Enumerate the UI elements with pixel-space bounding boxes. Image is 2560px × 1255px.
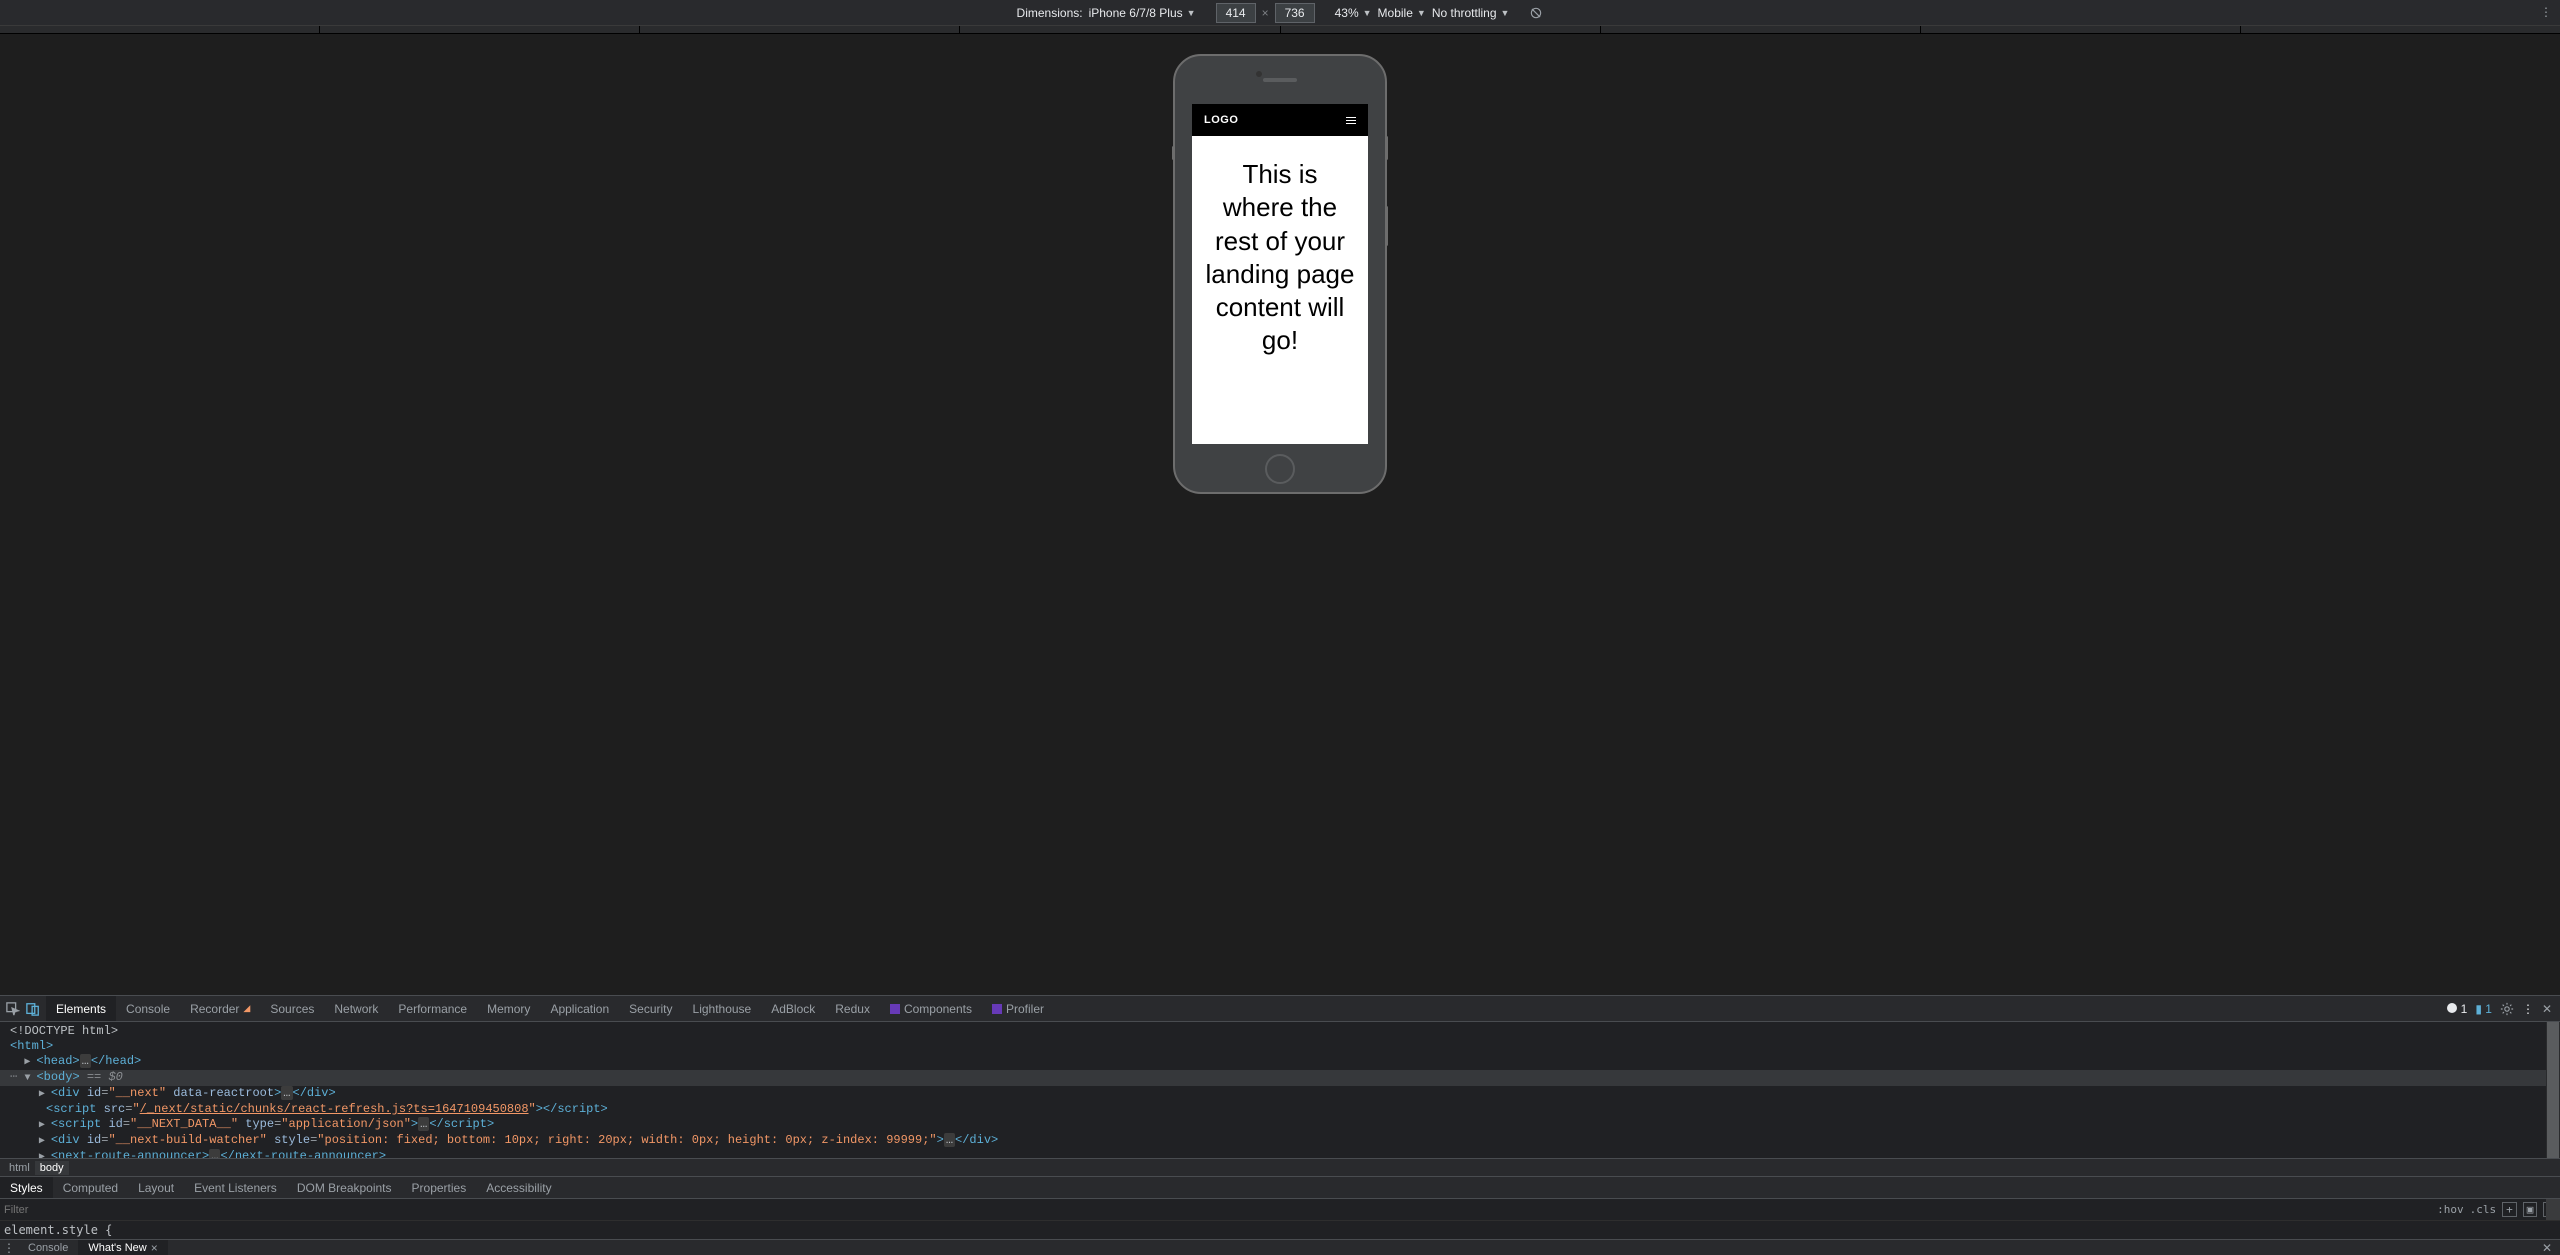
tab-accessibility[interactable]: Accessibility: [476, 1177, 561, 1198]
breadcrumb-html[interactable]: html: [4, 1161, 35, 1175]
zoom-select[interactable]: 43% ▼: [1335, 6, 1372, 20]
styles-filter-bar: :hov .cls + ▣ ◨: [0, 1198, 2560, 1220]
styles-filter-input[interactable]: [4, 1204, 204, 1216]
head-close: </head>: [91, 1054, 141, 1068]
drawer: ⋮ Console What's New × ✕: [0, 1239, 2560, 1255]
tab-recorder[interactable]: Recorder ◢: [180, 996, 260, 1021]
new-style-button[interactable]: +: [2502, 1202, 2517, 1217]
inspect-icon[interactable]: [6, 1002, 20, 1016]
tab-memory[interactable]: Memory: [477, 996, 540, 1021]
message-badge[interactable]: ▮ 1: [2475, 1002, 2492, 1016]
chevron-down-icon: ▼: [1363, 8, 1372, 18]
close-icon[interactable]: ✕: [2542, 1002, 2552, 1016]
close-tab-icon[interactable]: ×: [151, 1241, 158, 1255]
tab-elements[interactable]: Elements: [46, 996, 116, 1021]
chevron-down-icon: ▼: [1417, 8, 1426, 18]
computed-toggle-icon[interactable]: ▣: [2523, 1202, 2538, 1217]
body-node-selected[interactable]: ⋯ ▼<body> == $0: [0, 1070, 2560, 1086]
phone-frame: LOGO This is where the rest of your land…: [1173, 54, 1387, 494]
device-type-select[interactable]: Mobile ▼: [1378, 6, 1426, 20]
tab-layout[interactable]: Layout: [128, 1177, 184, 1198]
html-node[interactable]: <html>: [10, 1039, 53, 1053]
device-select[interactable]: iPhone 6/7/8 Plus ▼: [1089, 6, 1196, 20]
home-button: [1265, 454, 1295, 484]
tab-properties[interactable]: Properties: [402, 1177, 477, 1198]
ruler: [0, 26, 2560, 34]
tab-event-listeners[interactable]: Event Listeners: [184, 1177, 287, 1198]
app-header: LOGO: [1192, 104, 1368, 136]
tab-performance[interactable]: Performance: [388, 996, 477, 1021]
tab-dom-breakpoints[interactable]: DOM Breakpoints: [287, 1177, 402, 1198]
page-content: This is where the rest of your landing p…: [1192, 136, 1368, 380]
more-icon[interactable]: ⋮: [2522, 1002, 2534, 1016]
tab-components[interactable]: Components: [880, 996, 982, 1021]
drawer-tab-whatsnew[interactable]: What's New ×: [78, 1240, 167, 1255]
scrollbar[interactable]: [2546, 1022, 2560, 1158]
expand-icon[interactable]: ▶: [39, 1134, 49, 1149]
devtools-tabs: Elements Console Recorder ◢ Sources Netw…: [0, 996, 2560, 1022]
zoom-value: 43%: [1335, 6, 1359, 20]
tab-console[interactable]: Console: [116, 996, 180, 1021]
more-icon[interactable]: ⋮: [2540, 5, 2552, 19]
width-input[interactable]: [1216, 3, 1256, 23]
tab-lighthouse[interactable]: Lighthouse: [683, 996, 762, 1021]
chevron-down-icon: ▼: [1501, 8, 1510, 18]
breadcrumb-body[interactable]: body: [35, 1161, 69, 1175]
expand-icon[interactable]: ▶: [24, 1055, 34, 1070]
expand-icon[interactable]: ▶: [39, 1087, 49, 1102]
tab-styles[interactable]: Styles: [0, 1177, 53, 1198]
tab-network[interactable]: Network: [324, 996, 388, 1021]
styles-tabs: Styles Computed Layout Event Listeners D…: [0, 1176, 2560, 1198]
device-toolbar: Dimensions: iPhone 6/7/8 Plus ▼ × 43% ▼ Mo…: [0, 0, 2560, 26]
phone-screen[interactable]: LOGO This is where the rest of your land…: [1192, 104, 1368, 444]
rotate-icon[interactable]: [1529, 6, 1543, 20]
device-type: Mobile: [1378, 6, 1413, 20]
height-input[interactable]: [1275, 3, 1315, 23]
dimension-separator: ×: [1262, 6, 1269, 20]
dimensions-label: Dimensions:: [1017, 6, 1083, 20]
collapse-icon[interactable]: ▼: [24, 1071, 34, 1086]
head-open[interactable]: <head>: [36, 1054, 79, 1068]
drawer-more-icon[interactable]: ⋮: [0, 1240, 18, 1255]
cls-toggle[interactable]: .cls: [2470, 1203, 2497, 1216]
tab-redux[interactable]: Redux: [825, 996, 880, 1021]
devtools-panel: Elements Console Recorder ◢ Sources Netw…: [0, 995, 2560, 1255]
logo: LOGO: [1204, 114, 1238, 126]
ellipsis-icon[interactable]: …: [80, 1054, 91, 1068]
drawer-tab-console[interactable]: Console: [18, 1240, 78, 1255]
throttling-select[interactable]: No throttling ▼: [1432, 6, 1510, 20]
react-icon: [890, 1004, 900, 1014]
chevron-down-icon: ▼: [1187, 8, 1196, 18]
preview-badge-icon: ◢: [243, 1003, 250, 1014]
drawer-close-icon[interactable]: ✕: [2534, 1240, 2560, 1255]
tab-sources[interactable]: Sources: [260, 996, 324, 1021]
tab-application[interactable]: Application: [540, 996, 619, 1021]
tab-adblock[interactable]: AdBlock: [761, 996, 825, 1021]
expand-icon[interactable]: ▶: [39, 1150, 49, 1158]
doctype-node: <!DOCTYPE html>: [10, 1024, 118, 1038]
device-name: iPhone 6/7/8 Plus: [1089, 6, 1183, 20]
element-style-rule[interactable]: element.style {: [0, 1220, 2560, 1239]
hov-toggle[interactable]: :hov: [2437, 1203, 2464, 1216]
dom-tree[interactable]: <!DOCTYPE html> <html> ▶<head>…</head> ⋯…: [0, 1022, 2560, 1158]
tab-computed[interactable]: Computed: [53, 1177, 128, 1198]
device-toggle-icon[interactable]: [26, 1002, 40, 1016]
device-viewport: LOGO This is where the rest of your land…: [0, 34, 2560, 995]
react-icon: [992, 1004, 1002, 1014]
gear-icon[interactable]: [2500, 1002, 2514, 1016]
throttling-value: No throttling: [1432, 6, 1497, 20]
expand-icon[interactable]: ▶: [39, 1118, 49, 1133]
error-badge[interactable]: 1: [2447, 1002, 2467, 1016]
breadcrumb: html body: [0, 1158, 2560, 1176]
tab-security[interactable]: Security: [619, 996, 682, 1021]
hamburger-icon[interactable]: [1346, 117, 1356, 124]
scrollbar[interactable]: [2546, 1199, 2560, 1220]
tab-profiler[interactable]: Profiler: [982, 996, 1054, 1021]
